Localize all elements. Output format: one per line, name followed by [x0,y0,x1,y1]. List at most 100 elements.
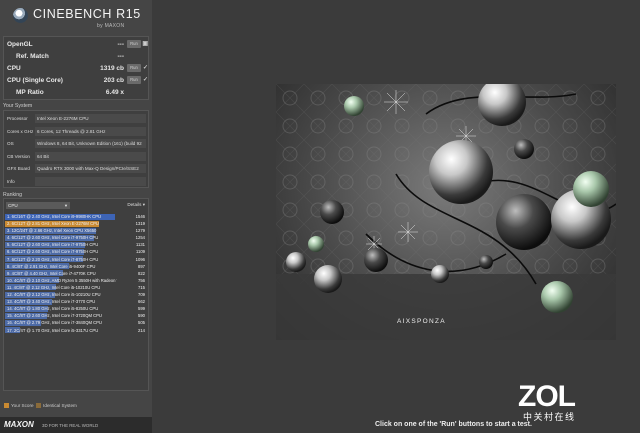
ranking-item-score: 822 [138,270,145,276]
check-icon: ✓ [142,65,148,71]
ranking-item-label: 16. 4C/8T @ 2.79 GHz, Intel Core i7-3840… [7,320,102,326]
ranking-item[interactable]: 17. 2C/4T @ 1.70 GHz, Intel Core i5-3317… [5,327,147,334]
results-panel: OpenGL --- Run ▣ Ref. Match --- CPU 1319 cb Run ✓… [3,36,149,100]
ranking-item[interactable]: 1. 6C/16T @ 2.40 GHz, Intel Core i9-9980… [5,213,147,220]
result-value: --- [117,41,125,48]
ranking-item-score: 1279 [135,228,145,234]
cinebench-logo-icon [13,8,28,23]
ranking-select[interactable]: CPU ▼ [6,202,70,209]
ranking-item[interactable]: 5. 6C/12T @ 2.60 GHz, Intel Core i7-9750… [5,241,147,248]
system-value [35,176,146,186]
result-row: MP Ratio 6.49 x [4,88,150,99]
ranking-item[interactable]: 12. 4C/8T @ 2.12 GHz, Intel Core i5-1021… [5,291,147,298]
ranking-item[interactable]: 3. 12C/24T @ 2.66 GHz, Intel Xeon CPU X5… [5,227,147,234]
result-value: 6.49 x [105,89,124,96]
maxon-logo: MAXON [4,420,34,429]
run-button[interactable]: Run [127,40,141,48]
ranking-item[interactable]: 16. 4C/8T @ 2.79 GHz, Intel Core i7-3840… [5,319,147,326]
system-value: Quadro RTX 3000 with Max-Q Design/PCIe/S… [35,164,146,173]
result-row: OpenGL --- Run ▣ [4,40,150,51]
system-row: CB Version 64 Bit [5,151,148,163]
details-button[interactable]: Details ▾ [127,202,145,208]
ranking-item-label: 7. 6C/12T @ 2.20 GHz, Intel Core i7-8750… [7,256,99,262]
ranking-item-score: 709 [138,292,145,298]
ranking-item[interactable]: 11. 4C/8T @ 2.12 GHz, Intel Core i5-1021… [5,284,147,291]
system-title: Your System [3,103,33,109]
render-brand: AIXSPONZA [397,318,446,325]
system-key: CB Version [7,153,30,159]
ranking-item[interactable]: 6. 6C/12T @ 2.60 GHz, Intel Core i7-9750… [5,248,147,255]
render-viewport [276,84,616,340]
ranking-item[interactable]: 15. 4C/8T @ 2.60 GHz, Intel Core i7-3720… [5,312,147,319]
ranking-item[interactable]: 13. 4C/8T @ 3.40 GHz, Intel Core i7-3770… [5,298,147,305]
ranking-item-label: 11. 4C/8T @ 2.12 GHz, Intel Core i5-1021… [7,284,101,290]
ranking-item-score: 599 [138,306,145,312]
ranking-item-score: 756 [138,277,145,283]
your-score-swatch [4,403,9,409]
chevron-down-icon: ▾ [142,202,145,207]
system-value: 64 Bit [35,151,146,161]
ranking-item[interactable]: 8. 4C/8T @ 2.91 GHz, Intel Core i5-9400F… [5,263,147,270]
result-row: CPU 1319 cb Run ✓ [4,64,150,75]
ranking-item-label: 10. 4C/8T @ 2.10 GHz, AMD Ryzen 5 3550H … [7,277,117,283]
system-key: OS [7,141,14,146]
ranking-item[interactable]: 4. 6C/12T @ 2.60 GHz, Intel Core i7-9750… [5,234,147,241]
system-row: Cores x GHz 6 Cores, 12 Threads @ 2.81 GH… [5,126,148,138]
ranking-item-score: 662 [138,299,145,305]
ranking-select-value: CPU [8,203,18,208]
identical-system-swatch [36,403,42,409]
ranking-item-score: 715 [138,284,145,290]
check-icon: ▣ [142,41,148,47]
result-row: CPU (Single Core) 203 cb Run ✓ [4,76,150,87]
app-title: CINEBENCH R15 [33,7,141,21]
ranking-item-score: 1319 [135,221,145,227]
result-label: CPU [7,65,21,72]
ranking-item-score: 505 [138,320,145,326]
watermark-logo: ZOL [518,380,576,413]
ranking-item-label: 12. 4C/8T @ 2.12 GHz, Intel Core i5-1021… [7,292,101,298]
system-key: Cores x GHz [7,128,34,134]
ranking-item-label: 3. 12C/24T @ 2.66 GHz, Intel Xeon CPU X5… [7,228,97,234]
ranking-item-label: 14. 4C/8T @ 1.80 GHz, Intel Core i5-8250… [7,306,99,312]
ranking-item-score: 1096 [135,256,145,262]
result-value: 1319 cb [100,65,124,72]
run-button[interactable]: Run [127,76,141,84]
ranking-item-score: 897 [138,263,145,269]
result-value: 203 cb [103,77,124,84]
ranking-item-label: 15. 4C/8T @ 2.60 GHz, Intel Core i7-3720… [7,313,102,319]
footer-slogan: 3D FOR THE REAL WORLD [42,423,99,428]
ranking-item[interactable]: 9. 4C/8T @ 4.40 GHz, Intel Core i7-4770K… [5,270,147,277]
system-row: GFX Board Quadro RTX 3000 with Max-Q Desi… [5,163,148,175]
run-button[interactable]: Run [127,64,141,72]
ranking-list: 1. 6C/16T @ 2.40 GHz, Intel Core i9-9980… [5,213,147,334]
result-value: --- [117,53,125,60]
left-panel: CINEBENCH R15 by MAXON OpenGL --- Run ▣ Ref.… [0,0,152,433]
your-score-label: Your Score [11,403,34,408]
ranking-item-label: 5. 6C/12T @ 2.60 GHz, Intel Core i7-9750… [7,242,99,248]
identical-system-label: Identical System [43,403,77,408]
ranking-item[interactable]: 14. 4C/8T @ 1.80 GHz, Intel Core i5-8250… [5,305,147,312]
check-icon: ✓ [142,77,148,83]
system-row: OS Windows 8, 64 Bit, Unknown Edition (16… [5,138,148,150]
system-row: Processor Intel Xeon E-2276M CPU [5,113,148,125]
app-logo: CINEBENCH R15 by MAXON [3,3,149,31]
ranking-item-label: 17. 2C/4T @ 1.70 GHz, Intel Core i5-3317… [7,327,99,333]
result-label: OpenGL [7,41,33,48]
ranking-item[interactable]: 10. 4C/8T @ 2.10 GHz, AMD Ryzen 5 3550H … [5,277,147,284]
system-key: Info [7,178,15,184]
system-value: Intel Xeon E-2276M CPU [35,114,146,123]
ranking-item-score: 1131 [135,242,145,248]
system-value: 6 Cores, 12 Threads @ 2.81 GHz [35,126,146,136]
ranking-item-score: 1109 [135,249,145,255]
chevron-down-icon: ▼ [64,203,68,208]
app-subtitle: by MAXON [97,23,125,29]
system-key: Processor [7,116,28,121]
ranking-item[interactable]: 2. 6C/12T @ 2.81 GHz, Intel Xeon E-2276M… [5,220,147,227]
system-value: Windows 8, 64 Bit, Unknown Edition (161)… [35,139,146,148]
ranking-item-label: 13. 4C/8T @ 3.40 GHz, Intel Core i7-3770… [7,299,96,305]
ranking-item-score: 590 [138,313,145,319]
system-key: GFX Board [7,166,30,171]
ranking-item[interactable]: 7. 6C/12T @ 2.20 GHz, Intel Core i7-8750… [5,256,147,263]
system-panel: Processor Intel Xeon E-2276M CPU Cores x G… [3,110,149,188]
details-label: Details [127,202,142,207]
